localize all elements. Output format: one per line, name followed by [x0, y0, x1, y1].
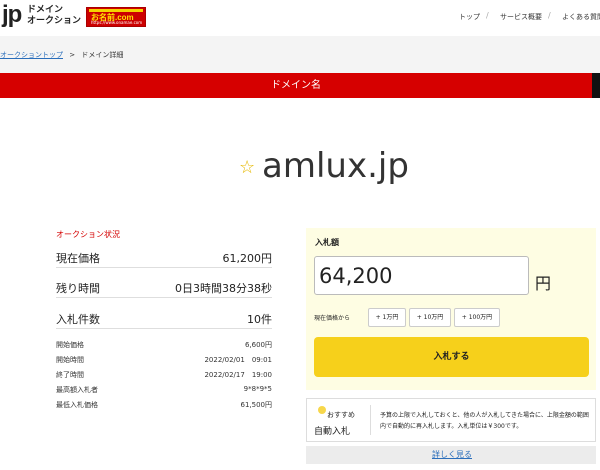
current-price-value: 61,200円 [222, 252, 273, 265]
time-left-value: 0日3時間38分38秒 [175, 282, 272, 295]
current-price-label: 現在価格 [56, 252, 100, 265]
minimum-bid-row: 最低入札価格 61,500円 [56, 400, 272, 410]
add-100k-button[interactable]: + 10万円 [409, 308, 451, 327]
from-current-price-label: 現在価格から [314, 315, 351, 322]
bid-amount-input[interactable]: 64,200 [314, 256, 529, 295]
onamae-banner[interactable]: お名前.com https://www.onamae.com [86, 7, 146, 27]
start-time-label: 開始時間 [56, 356, 84, 364]
minimum-bid-label: 最低入札価格 [56, 401, 98, 409]
auto-bid-title: 自動入札 [314, 427, 351, 437]
top-bidder-row: 最高額入札者 9*8*9*5 [56, 385, 272, 395]
favorite-star-icon[interactable]: ☆ [239, 157, 255, 178]
bid-count-row: 入札件数 10件 [56, 306, 272, 329]
nav-separator: / [548, 11, 551, 20]
divider [370, 405, 371, 435]
auto-bid-description: 予算の上限で入札しておくと、他の人が入札してきた場合に、上限金額の範囲内で自動的… [380, 412, 589, 430]
time-left-row: 残り時間 0日3時間38分38秒 [56, 275, 272, 298]
top-bidder-label: 最高額入札者 [56, 386, 98, 394]
add-1m-button[interactable]: + 100万円 [454, 308, 500, 327]
breadcrumb-auction-top[interactable]: オークショントップ [0, 51, 63, 59]
yen-unit: 円 [535, 274, 552, 293]
logo-line-1: ドメイン [27, 5, 64, 15]
learn-more-link[interactable]: 詳しく見る [432, 449, 472, 460]
breadcrumb-separator: > [69, 51, 76, 59]
bid-count-value: 10件 [247, 313, 272, 326]
site-header: jp ドメイン オークション お名前.com https://www.onama… [0, 0, 600, 36]
start-price-row: 開始価格 6,600円 [56, 340, 272, 350]
bid-count-label: 入札件数 [56, 313, 100, 326]
start-time-value: 2022/02/01 09:01 [204, 356, 272, 364]
black-block [592, 73, 600, 98]
auction-status-heading: オークション状況 [56, 230, 120, 239]
add-10k-button[interactable]: + 1万円 [368, 308, 406, 327]
nav-top[interactable]: トップ [459, 12, 480, 22]
section-title: ドメイン名 [0, 73, 592, 98]
top-bidder-value: 9*8*9*5 [243, 385, 272, 393]
end-time-value: 2022/02/17 19:00 [204, 371, 272, 379]
end-time-label: 終了時間 [56, 371, 84, 379]
minimum-bid-value: 61,500円 [240, 401, 273, 409]
breadcrumb: オークショントップ > ドメイン詳細 [0, 50, 123, 60]
logo-line-2: オークション [27, 16, 82, 26]
nav-service-overview[interactable]: サービス概要 [500, 12, 542, 22]
start-price-value: 6,600円 [244, 341, 272, 349]
current-price-row: 現在価格 61,200円 [56, 245, 272, 268]
start-time-row: 開始時間 2022/02/01 09:01 [56, 355, 272, 365]
time-left-label: 残り時間 [56, 282, 100, 295]
logo-text[interactable]: ドメイン オークション [27, 5, 81, 27]
bid-amount-label: 入札額 [315, 238, 339, 247]
lightbulb-icon [318, 406, 326, 414]
domain-name: amlux.jp [262, 146, 409, 186]
banner-url: https://www.onamae.com [91, 20, 143, 25]
recommend-label: おすすめ [327, 411, 355, 419]
submit-bid-button[interactable]: 入札する [314, 337, 589, 377]
logo-jp[interactable]: jp [2, 0, 22, 30]
nav-separator: / [486, 11, 489, 20]
start-price-label: 開始価格 [56, 341, 84, 349]
breadcrumb-current: ドメイン詳細 [81, 51, 124, 59]
end-time-row: 終了時間 2022/02/17 19:00 [56, 370, 272, 380]
nav-faq[interactable]: よくある質問 [562, 12, 600, 22]
